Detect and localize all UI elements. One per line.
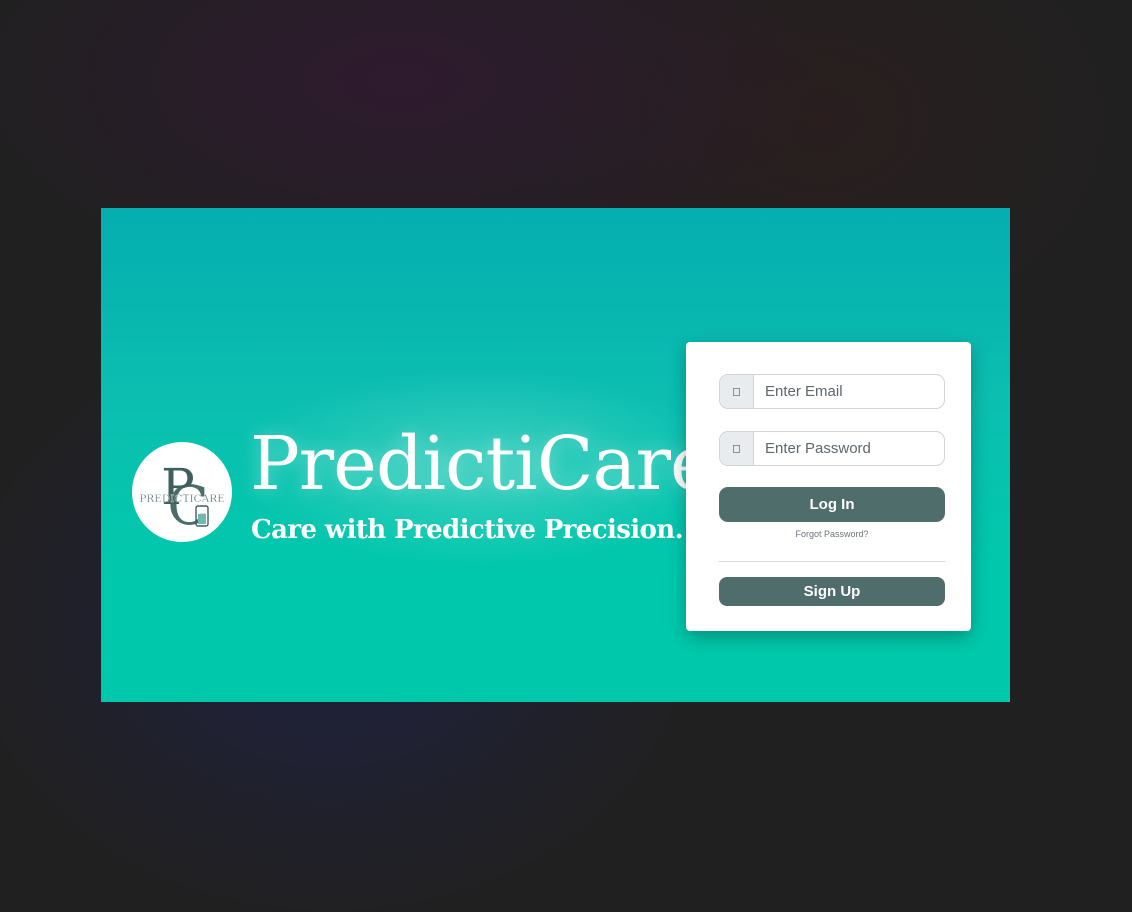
logo-wordmark: PREDICTICARE xyxy=(139,493,225,505)
signup-button[interactable]: Sign Up xyxy=(719,577,945,606)
brand-tagline: Care with Predictive Precision. xyxy=(251,515,684,545)
password-input[interactable] xyxy=(754,432,944,465)
logo-mark-icon: P C PREDICTICARE xyxy=(139,458,225,537)
missing-glyph-icon xyxy=(733,387,740,396)
login-card: Log In Forgot Password? Sign Up xyxy=(686,342,971,631)
hero-banner: P C PREDICTICARE PredictiCare Care with … xyxy=(101,208,1010,702)
divider xyxy=(719,561,945,562)
password-field-group xyxy=(719,431,945,466)
missing-glyph-icon xyxy=(733,444,740,453)
forgot-password-link[interactable]: Forgot Password? xyxy=(719,529,945,539)
login-button[interactable]: Log In xyxy=(719,487,945,522)
password-addon xyxy=(720,432,754,465)
email-field-group xyxy=(719,374,945,409)
brand-logo: P C PREDICTICARE xyxy=(132,442,232,542)
email-addon xyxy=(720,375,754,408)
email-input[interactable] xyxy=(754,375,944,408)
brand-title: PredictiCare xyxy=(250,421,714,507)
